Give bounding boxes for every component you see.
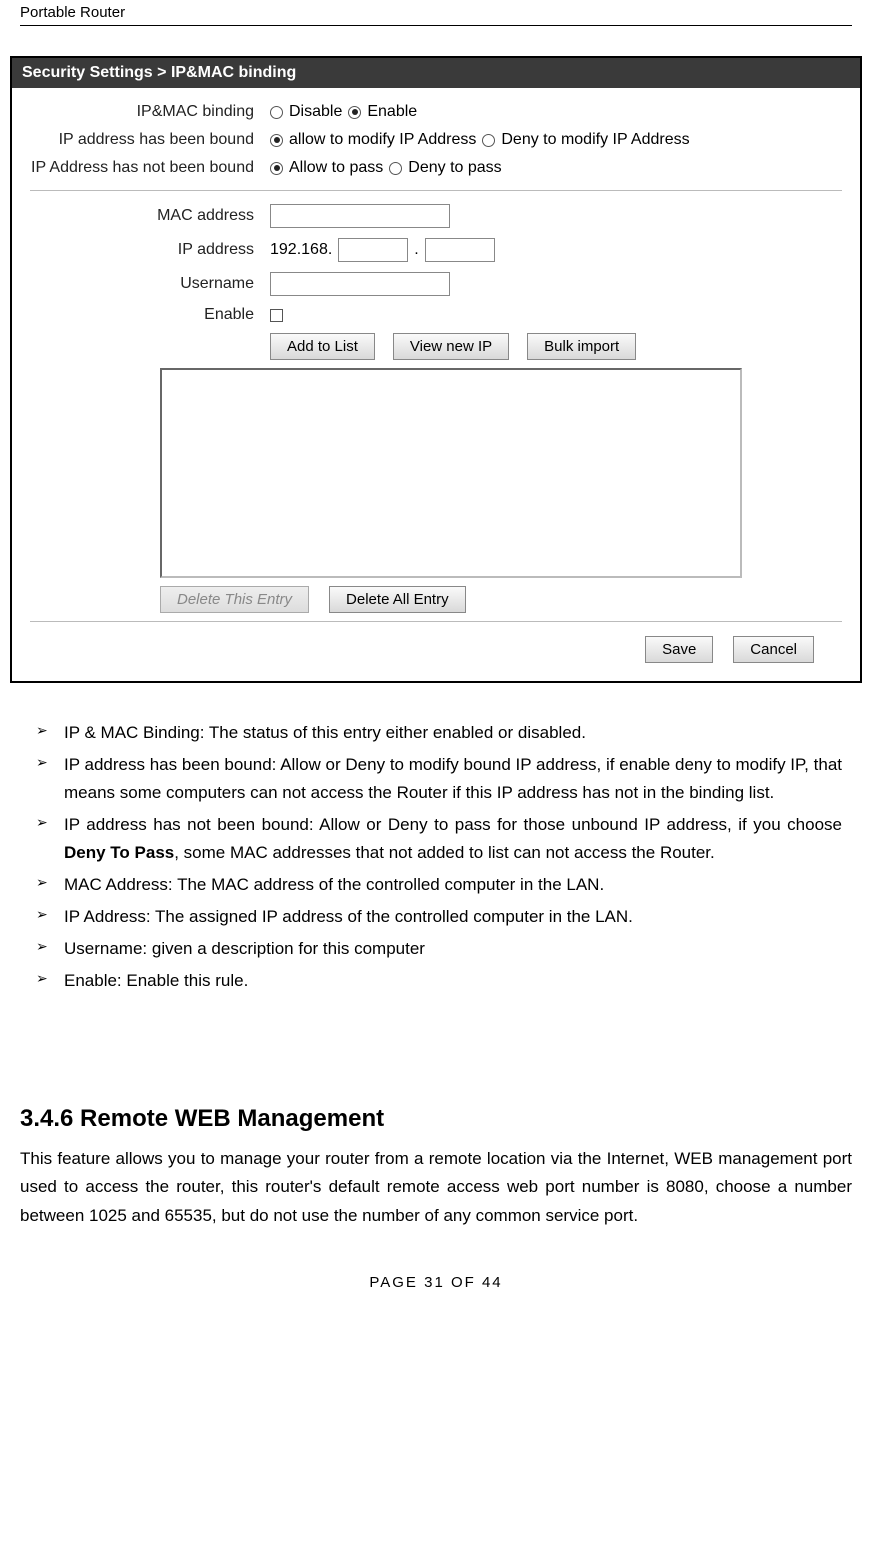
radio-deny-pass-label: Deny to pass — [408, 159, 501, 177]
router-ui-screenshot: Security Settings > IP&MAC binding IP&MA… — [10, 56, 862, 683]
bullet-item: Enable: Enable this rule. — [30, 967, 842, 995]
save-button[interactable]: Save — [645, 636, 713, 663]
radio-allow-pass[interactable] — [270, 162, 283, 175]
ip-prefix-text: 192.168. — [270, 241, 332, 259]
username-input[interactable] — [270, 272, 450, 296]
page-footer: PAGE 31 OF 44 — [0, 1274, 872, 1291]
label-ip-bound: IP address has been bound — [30, 131, 270, 149]
mac-input[interactable] — [270, 204, 450, 228]
label-mac: MAC address — [30, 207, 270, 225]
section-heading: 3.4.6 Remote WEB Management — [20, 1105, 852, 1133]
section-paragraph: This feature allows you to manage your r… — [20, 1145, 852, 1229]
radio-disable-label: Disable — [289, 103, 342, 121]
breadcrumb: Security Settings > IP&MAC binding — [12, 58, 860, 88]
radio-allow-modify-label: allow to modify IP Address — [289, 131, 476, 149]
view-new-ip-button[interactable]: View new IP — [393, 333, 509, 360]
radio-enable-label: Enable — [367, 103, 417, 121]
radio-deny-pass[interactable] — [389, 162, 402, 175]
radio-deny-modify-label: Deny to modify IP Address — [501, 131, 689, 149]
bullet-item: IP address has not been bound: Allow or … — [30, 811, 842, 867]
label-username: Username — [30, 275, 270, 293]
radio-allow-pass-label: Allow to pass — [289, 159, 383, 177]
ip-octet3-input[interactable] — [338, 238, 408, 262]
label-ipmac-binding: IP&MAC binding — [30, 103, 270, 121]
ip-octet4-input[interactable] — [425, 238, 495, 262]
delete-all-entry-button[interactable]: Delete All Entry — [329, 586, 466, 613]
bullet-item: IP Address: The assigned IP address of t… — [30, 903, 842, 931]
bullet-list: IP & MAC Binding: The status of this ent… — [30, 719, 842, 995]
radio-disable[interactable] — [270, 106, 283, 119]
radio-allow-modify[interactable] — [270, 134, 283, 147]
enable-checkbox[interactable] — [270, 309, 283, 322]
radio-enable[interactable] — [348, 106, 361, 119]
add-to-list-button[interactable]: Add to List — [270, 333, 375, 360]
bullet-item: MAC Address: The MAC address of the cont… — [30, 871, 842, 899]
binding-listbox[interactable] — [160, 368, 742, 578]
bullet-item: IP address has been bound: Allow or Deny… — [30, 751, 842, 807]
radio-deny-modify[interactable] — [482, 134, 495, 147]
label-enable: Enable — [30, 306, 270, 324]
bulk-import-button[interactable]: Bulk import — [527, 333, 636, 360]
doc-title: Portable Router — [20, 4, 125, 21]
bullet-item: Username: given a description for this c… — [30, 935, 842, 963]
delete-this-entry-button[interactable]: Delete This Entry — [160, 586, 309, 613]
label-ip: IP address — [30, 241, 270, 259]
cancel-button[interactable]: Cancel — [733, 636, 814, 663]
label-ip-not-bound: IP Address has not been bound — [30, 159, 270, 177]
bullet-item: IP & MAC Binding: The status of this ent… — [30, 719, 842, 747]
